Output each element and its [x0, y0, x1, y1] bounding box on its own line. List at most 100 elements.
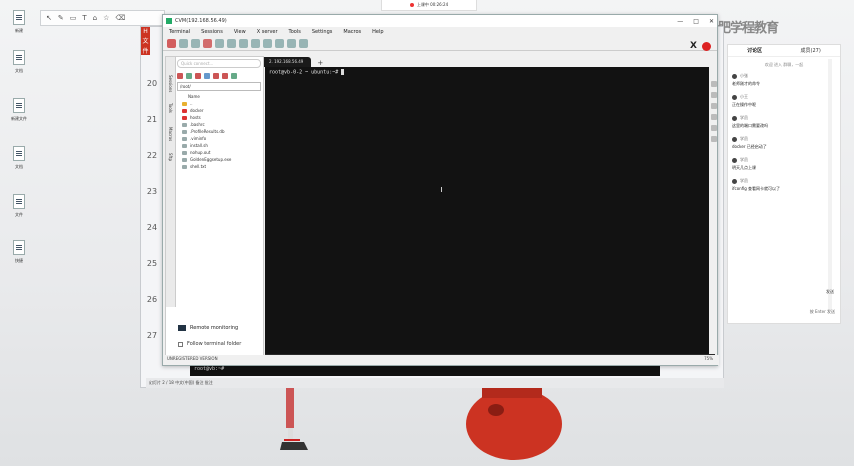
name-column-header[interactable]: Name: [182, 93, 261, 100]
sessions-icon[interactable]: [215, 38, 224, 48]
pointer-icon[interactable]: ↖: [46, 14, 52, 22]
terminal-cursor: [341, 69, 345, 75]
desktop-icon[interactable]: 文件: [4, 194, 34, 230]
text-icon[interactable]: T: [82, 14, 86, 22]
download-icon[interactable]: [195, 72, 201, 79]
mobaxterm-window: CVM(192.168.56.49) — □ ✕ Terminal Sessio…: [162, 14, 719, 366]
horizontal-scrollbar[interactable]: [176, 315, 262, 319]
list-item[interactable]: .bashrc: [182, 121, 261, 128]
tab-session[interactable]: 2. 192.168.56.49: [261, 57, 312, 67]
star-icon[interactable]: ☆: [103, 14, 109, 22]
chat-scrollbar[interactable]: [828, 59, 832, 311]
desktop-icon[interactable]: 文档: [4, 50, 34, 86]
rectangle-icon[interactable]: ▭: [70, 14, 77, 22]
pin-icon[interactable]: [711, 81, 717, 87]
vtab-sftp[interactable]: Sftp: [168, 153, 173, 171]
desktop-icon[interactable]: 文档: [4, 146, 34, 182]
desktop-icon[interactable]: 新建: [4, 10, 34, 46]
menu-settings[interactable]: Settings: [312, 29, 333, 35]
color-icon[interactable]: [711, 92, 717, 98]
pen-icon[interactable]: ✎: [58, 14, 64, 22]
new-tab-button[interactable]: +: [317, 59, 323, 67]
window-footer: UNREGISTERED VERSION 75%: [163, 355, 719, 365]
maximize-button[interactable]: □: [693, 18, 699, 25]
list-item[interactable]: .viminfo: [182, 135, 261, 142]
sidebar-vertical-tabs: Sessions Tools Macros Sftp: [166, 57, 176, 307]
chat-input[interactable]: 按 Enter 发送: [730, 309, 838, 319]
games-icon[interactable]: [203, 38, 212, 48]
terminal-area[interactable]: root@vb-0-2 ~ ubuntu:~#: [265, 67, 709, 354]
menu-terminal[interactable]: Terminal: [169, 29, 190, 35]
folder-icon: [182, 115, 187, 120]
list-item[interactable]: nohup.out: [182, 149, 261, 156]
up-folder-icon[interactable]: [177, 72, 183, 79]
save-icon[interactable]: [711, 136, 717, 142]
menu-sessions[interactable]: Sessions: [201, 29, 223, 35]
vtab-macros[interactable]: Macros: [168, 127, 173, 149]
home-icon[interactable]: ⌂: [93, 14, 97, 22]
desktop-icon[interactable]: 快捷: [4, 240, 34, 276]
desktop-icon[interactable]: 新建文件: [4, 98, 34, 134]
menu-help[interactable]: Help: [372, 29, 383, 35]
recording-dot-icon: [409, 3, 414, 7]
remote-monitoring-button[interactable]: Remote monitoring: [178, 325, 238, 331]
desktop-icon-label: 文档: [15, 164, 23, 169]
app-logo-icon: [166, 18, 172, 24]
tunneling-icon[interactable]: [263, 38, 272, 48]
right-tool-strip: [711, 67, 719, 267]
menu-tools[interactable]: Tools: [289, 29, 301, 35]
tab-discussion[interactable]: 讨论区: [747, 47, 762, 54]
zoom-level[interactable]: 75%: [704, 356, 713, 361]
menu-macros[interactable]: Macros: [343, 29, 361, 35]
minimize-button[interactable]: —: [677, 18, 683, 25]
settings-icon[interactable]: [287, 38, 296, 48]
list-item[interactable]: shell.txt: [182, 163, 261, 170]
eraser-icon[interactable]: ⌫: [115, 14, 125, 22]
tools-icon[interactable]: [191, 38, 200, 48]
list-item[interactable]: ..: [182, 100, 261, 107]
quick-connect-input[interactable]: Quick connect...: [177, 59, 261, 68]
multiexec-icon[interactable]: [251, 38, 260, 48]
row-number: 20: [146, 79, 158, 88]
session-icon[interactable]: [167, 38, 176, 48]
document-icon: [13, 146, 25, 161]
upload-icon[interactable]: [204, 72, 210, 79]
folder-icon: [182, 108, 187, 113]
tab-members[interactable]: 成员(27): [801, 47, 821, 54]
desktop-icon-label: 新建文件: [11, 116, 27, 121]
refresh-icon[interactable]: [186, 72, 192, 79]
cartoon-legs-figure: [280, 388, 308, 450]
vtab-sessions[interactable]: Sessions: [168, 75, 173, 99]
bookmark-icon[interactable]: [231, 72, 237, 79]
follow-terminal-checkbox[interactable]: Follow terminal folder: [178, 341, 241, 347]
list-item[interactable]: hosts: [182, 114, 261, 121]
desktop-icon-label: 新建: [15, 28, 23, 33]
split-icon[interactable]: [239, 38, 248, 48]
packages-icon[interactable]: [275, 38, 284, 48]
help-icon[interactable]: [299, 38, 308, 48]
chat-tabs: 讨论区 成员(27): [728, 45, 840, 57]
copy-icon[interactable]: [711, 114, 717, 120]
list-item[interactable]: .ProfileResults.db: [182, 128, 261, 135]
view-icon[interactable]: [227, 38, 236, 48]
paste-icon[interactable]: [711, 125, 717, 131]
list-item[interactable]: docker: [182, 107, 261, 114]
row-numbers: 20 21 22 23 24 25 26 27: [141, 79, 163, 367]
list-item[interactable]: GoldenEggsetup.exe: [182, 156, 261, 163]
menu-xserver[interactable]: X server: [257, 29, 278, 35]
terminal-prompt: root@vb-0-2 ~ ubuntu:~#: [269, 69, 339, 76]
vtab-tools[interactable]: Tools: [168, 103, 173, 123]
new-folder-icon[interactable]: [213, 72, 219, 79]
file-icon: [182, 136, 187, 141]
close-button[interactable]: ✕: [709, 18, 714, 25]
xserver-icon[interactable]: X: [690, 41, 697, 51]
avatar: [732, 157, 737, 163]
menu-view[interactable]: View: [234, 29, 246, 35]
send-button[interactable]: 发送: [826, 289, 834, 295]
font-icon[interactable]: [711, 103, 717, 109]
list-item[interactable]: install.sh: [182, 142, 261, 149]
exit-power-icon[interactable]: [702, 41, 711, 51]
servers-icon[interactable]: [179, 38, 188, 48]
delete-icon[interactable]: [222, 72, 228, 79]
path-field[interactable]: /root/: [177, 82, 261, 91]
